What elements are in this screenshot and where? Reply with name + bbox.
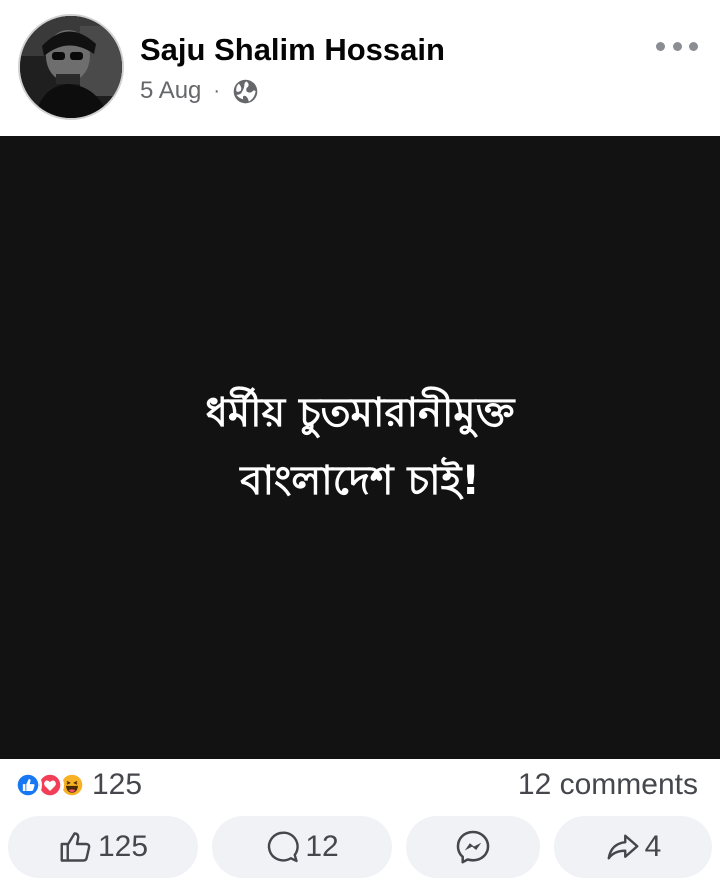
- meta-separator: ·: [213, 79, 221, 102]
- comment-button[interactable]: 12: [212, 816, 392, 878]
- post-text: ধর্মীয় চুতমারানীমুক্ত বাংলাদেশ চাই!: [0, 379, 720, 515]
- post-actions-bar: 125 12 4: [0, 812, 720, 884]
- like-reaction-icon: [14, 771, 42, 799]
- messenger-send-button[interactable]: [406, 816, 540, 878]
- reactions-summary[interactable]: 125: [14, 768, 142, 802]
- post-date[interactable]: 5 Aug: [140, 77, 201, 105]
- post-text-line-1: ধর্মীয় চুতমারানীমুক্ত: [205, 390, 515, 436]
- more-dot-icon: [689, 41, 698, 51]
- more-options-button[interactable]: [656, 34, 698, 58]
- post-text-line-2: বাংলাদেশ চাই!: [240, 458, 480, 504]
- messenger-icon: [456, 830, 490, 864]
- share-count: 4: [644, 830, 662, 863]
- author-avatar[interactable]: [18, 14, 124, 120]
- more-dot-icon: [656, 41, 665, 51]
- globe-icon[interactable]: [232, 78, 259, 105]
- comments-count-link[interactable]: 12 comments: [518, 768, 698, 802]
- share-button[interactable]: 4: [554, 816, 712, 878]
- share-icon: [607, 834, 639, 860]
- like-button[interactable]: 125: [8, 816, 198, 878]
- more-dot-icon: [672, 41, 682, 51]
- post-meta: 5 Aug ·: [140, 76, 259, 106]
- reaction-count: 125: [92, 768, 143, 801]
- comment-icon: [268, 831, 300, 863]
- like-count: 125: [97, 830, 149, 863]
- post-stats: 125 12 comments: [0, 760, 720, 812]
- comment-count: 12: [305, 830, 339, 863]
- post-text-image[interactable]: ধর্মীয় চুতমারানীমুক্ত বাংলাদেশ চাই!: [0, 136, 720, 759]
- author-name[interactable]: Saju Shalim Hossain: [140, 32, 445, 68]
- thumbs-up-icon: [60, 832, 91, 862]
- avatar-photo: [20, 16, 122, 118]
- post-header: Saju Shalim Hossain 5 Aug ·: [0, 0, 720, 136]
